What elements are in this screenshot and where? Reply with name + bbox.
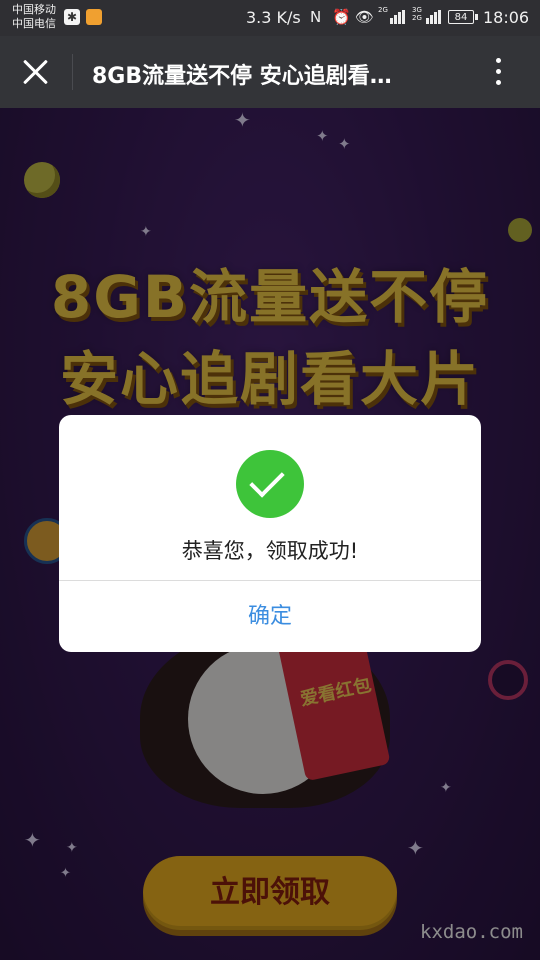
carrier-2: 中国电信	[12, 17, 56, 30]
check-icon	[249, 462, 285, 498]
network-speed: 3.3 K/s	[246, 8, 301, 27]
clock: 18:06	[483, 8, 530, 27]
carrier-info: 中国移动 中国电信	[12, 3, 56, 31]
eye-icon: 👁	[355, 8, 375, 26]
confirm-button[interactable]: 确定	[59, 581, 481, 652]
carrier-1: 中国移动	[12, 3, 56, 16]
status-bar: 中国移动 中国电信 ✱ 3.3 K/s N ⏰ 👁 2G 3G 2G 84 18…	[0, 0, 540, 36]
title-divider	[72, 54, 73, 90]
success-dialog: 恭喜您，领取成功! 确定	[59, 415, 481, 652]
dialog-message: 恭喜您，领取成功!	[181, 539, 359, 563]
network-type-1: 2G	[378, 6, 388, 14]
alarm-icon: ⏰	[332, 8, 351, 26]
more-vertical-icon[interactable]	[488, 56, 508, 88]
title-bar: 8GB流量送不停 安心追剧看…	[0, 36, 540, 108]
app-notification-icon: ✱	[64, 9, 80, 25]
battery-indicator: 84	[448, 10, 478, 24]
network-type-2: 3G	[412, 6, 422, 14]
page-title: 8GB流量送不停 安心追剧看…	[92, 64, 392, 89]
app-notification-icon-2	[86, 9, 102, 25]
nfc-icon: N	[310, 8, 322, 26]
close-icon[interactable]	[18, 54, 54, 90]
check-circle-icon	[236, 450, 304, 518]
